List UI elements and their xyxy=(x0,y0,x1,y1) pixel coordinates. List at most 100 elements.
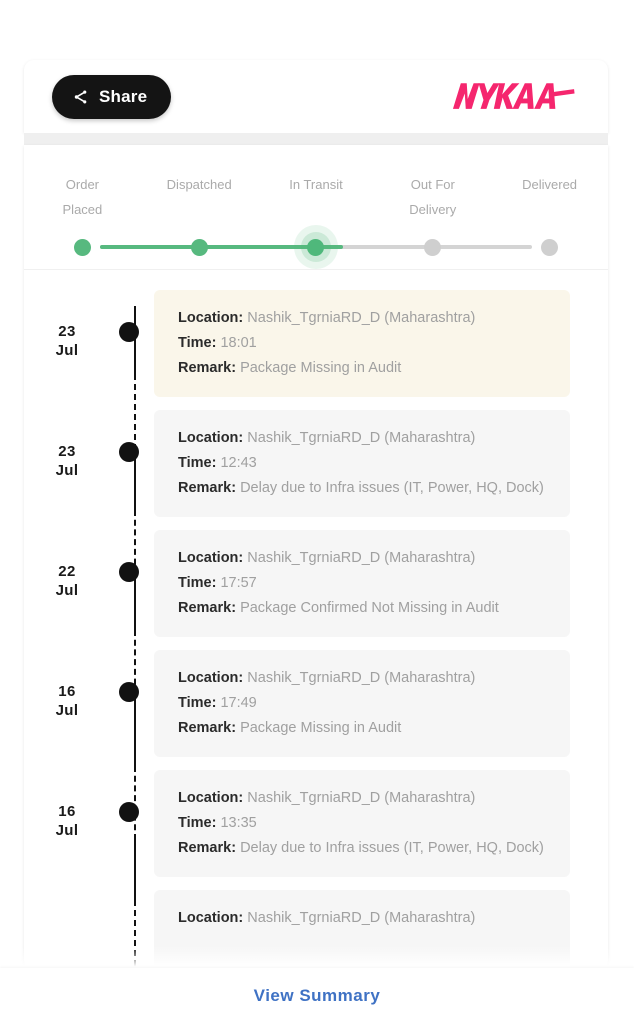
timeline-location-label: Location: xyxy=(178,550,244,566)
tracker-dot-pending-icon xyxy=(541,238,559,256)
timeline-time-label: Time: xyxy=(178,695,217,711)
header-card: Share xyxy=(24,60,608,133)
timeline-time-line: Time: 18:01 xyxy=(178,331,550,356)
timeline-location-value: Nashik_TgrniaRD_D (Maharashtra) xyxy=(247,550,476,566)
timeline-event-card: Location: Nashik_TgrniaRD_D (Maharashtra… xyxy=(154,770,570,877)
timeline-event-day: 16 xyxy=(58,803,76,820)
timeline-location-label: Location: xyxy=(178,670,244,686)
card-divider-strip xyxy=(24,133,608,145)
tracker-step-out-for-delivery[interactable] xyxy=(374,229,491,265)
timeline-event-day: 22 xyxy=(58,563,76,580)
timeline-location-label: Location: xyxy=(178,790,244,806)
timeline-location-line: Location: Nashik_TgrniaRD_D (Maharashtra… xyxy=(178,306,550,331)
timeline-time-label: Time: xyxy=(178,455,217,471)
timeline-location-label: Location: xyxy=(178,910,244,926)
timeline-time-value: 17:49 xyxy=(220,695,257,711)
timeline-event-day: 23 xyxy=(58,443,76,460)
timeline-event-date xyxy=(24,890,110,922)
tracker-dot-pending-icon xyxy=(424,238,442,256)
tracker-dot-active-icon xyxy=(307,238,325,256)
timeline-event-row[interactable]: 22 Jul Location: Nashik_TgrniaRD_D (Maha… xyxy=(24,530,608,650)
nykaa-logo xyxy=(450,75,578,119)
timeline-event-date: 23 Jul xyxy=(24,290,110,360)
timeline-time-line: Time: 17:57 xyxy=(178,571,550,596)
timeline-time-label: Time: xyxy=(178,815,217,831)
timeline-remark-line: Remark: Delay due to Infra issues (IT, P… xyxy=(178,836,550,861)
share-button[interactable]: Share xyxy=(52,74,172,119)
tracker-dot-done-icon xyxy=(73,238,91,256)
timeline-event-date: 23 Jul xyxy=(24,410,110,480)
timeline-event-date: 16 Jul xyxy=(24,650,110,720)
timeline-remark-label: Remark: xyxy=(178,600,237,616)
footer-bar: View Summary xyxy=(0,968,634,1024)
timeline-event-row[interactable]: 16 Jul Location: Nashik_TgrniaRD_D (Maha… xyxy=(24,770,608,890)
timeline-event-month: Jul xyxy=(55,702,79,719)
tracker-step-label-out-for-delivery: Out For Delivery xyxy=(409,177,457,217)
timeline-event-month: Jul xyxy=(55,342,79,359)
tracker-step-delivered[interactable] xyxy=(491,229,608,265)
timeline-location-value: Nashik_TgrniaRD_D (Maharashtra) xyxy=(247,910,476,926)
tracker-labels: Order Placed Dispatched In Transit Out F… xyxy=(24,145,608,225)
timeline-event-card: Location: Nashik_TgrniaRD_D (Maharashtra… xyxy=(154,530,570,637)
timeline-node-dot-icon xyxy=(119,442,139,462)
timeline-remark-value: Package Confirmed Not Missing in Audit xyxy=(240,600,499,616)
timeline-remark-label: Remark: xyxy=(178,480,237,496)
timeline-time-line: Time: 13:35 xyxy=(178,811,550,836)
timeline-time-value: 12:43 xyxy=(220,455,257,471)
timeline-event-row[interactable]: 23 Jul Location: Nashik_TgrniaRD_D (Maha… xyxy=(24,290,608,410)
tracker-dots xyxy=(24,225,608,269)
timeline-time-line: Time: 12:43 xyxy=(178,451,550,476)
timeline-node xyxy=(110,650,148,702)
timeline-remark-line: Remark: Package Confirmed Not Missing in… xyxy=(178,596,550,621)
tracker-step-in-transit[interactable] xyxy=(258,225,375,269)
timeline-node-dot-icon xyxy=(119,562,139,582)
timeline-time-value: 18:01 xyxy=(220,335,257,351)
timeline-remark-line: Remark: Package Missing in Audit xyxy=(178,356,550,381)
timeline-event-card: Location: Nashik_TgrniaRD_D (Maharashtra… xyxy=(154,290,570,397)
tracker-step-label-delivered: Delivered xyxy=(522,177,578,192)
timeline-node-dot-icon xyxy=(119,322,139,342)
timeline-node xyxy=(110,770,148,822)
timeline-node xyxy=(110,410,148,462)
timeline-event-date: 16 Jul xyxy=(24,770,110,840)
timeline-event-day: 23 xyxy=(58,323,76,340)
timeline-event-card: Location: Nashik_TgrniaRD_D (Maharashtra… xyxy=(154,650,570,757)
timeline-remark-label: Remark: xyxy=(178,360,237,376)
timeline-remark-label: Remark: xyxy=(178,720,237,736)
timeline-event-month: Jul xyxy=(55,462,79,479)
timeline-event-row[interactable]: 23 Jul Location: Nashik_TgrniaRD_D (Maha… xyxy=(24,410,608,530)
timeline-location-line: Location: Nashik_TgrniaRD_D (Maharashtra… xyxy=(178,666,550,691)
tracker-step-label-in-transit: In Transit xyxy=(289,177,343,192)
tracking-timeline: 23 Jul Location: Nashik_TgrniaRD_D (Maha… xyxy=(24,270,608,970)
timeline-event-month: Jul xyxy=(55,582,79,599)
timeline-time-line: Time: 17:49 xyxy=(178,691,550,716)
timeline-time-label: Time: xyxy=(178,335,217,351)
timeline-location-value: Nashik_TgrniaRD_D (Maharashtra) xyxy=(247,430,476,446)
timeline-location-line: Location: Nashik_TgrniaRD_D (Maharashtra… xyxy=(178,786,550,811)
timeline-location-label: Location: xyxy=(178,430,244,446)
timeline-location-value: Nashik_TgrniaRD_D (Maharashtra) xyxy=(247,310,476,326)
timeline-remark-value: Package Missing in Audit xyxy=(240,360,402,376)
timeline-time-label: Time: xyxy=(178,575,217,591)
tracker-step-label-dispatched: Dispatched xyxy=(166,177,232,192)
timeline-node-dot-icon xyxy=(119,682,139,702)
timeline-event-month: Jul xyxy=(55,822,79,839)
timeline-event-row[interactable]: 16 Jul Location: Nashik_TgrniaRD_D (Maha… xyxy=(24,650,608,770)
view-summary-link[interactable]: View Summary xyxy=(254,986,381,1006)
timeline-time-value: 17:57 xyxy=(220,575,257,591)
timeline-location-value: Nashik_TgrniaRD_D (Maharashtra) xyxy=(247,670,476,686)
timeline-location-value: Nashik_TgrniaRD_D (Maharashtra) xyxy=(247,790,476,806)
tracker-step-order-placed[interactable] xyxy=(24,229,141,265)
timeline-node xyxy=(110,530,148,582)
timeline-location-line: Location: Nashik_TgrniaRD_D (Maharashtra… xyxy=(178,906,550,931)
order-tracking-page: Share Order Placed Dispatched In Transit… xyxy=(0,0,634,1024)
tracker-step-label-order-placed: Order Placed xyxy=(62,177,103,217)
tracker-dot-done-icon xyxy=(190,238,208,256)
footer-fade-overlay xyxy=(0,946,634,970)
timeline-node xyxy=(110,290,148,342)
share-button-label: Share xyxy=(99,86,148,106)
share-icon xyxy=(72,88,90,106)
timeline-node xyxy=(110,890,148,922)
timeline-node-dot-icon xyxy=(119,802,139,822)
tracker-step-dispatched[interactable] xyxy=(141,229,258,265)
